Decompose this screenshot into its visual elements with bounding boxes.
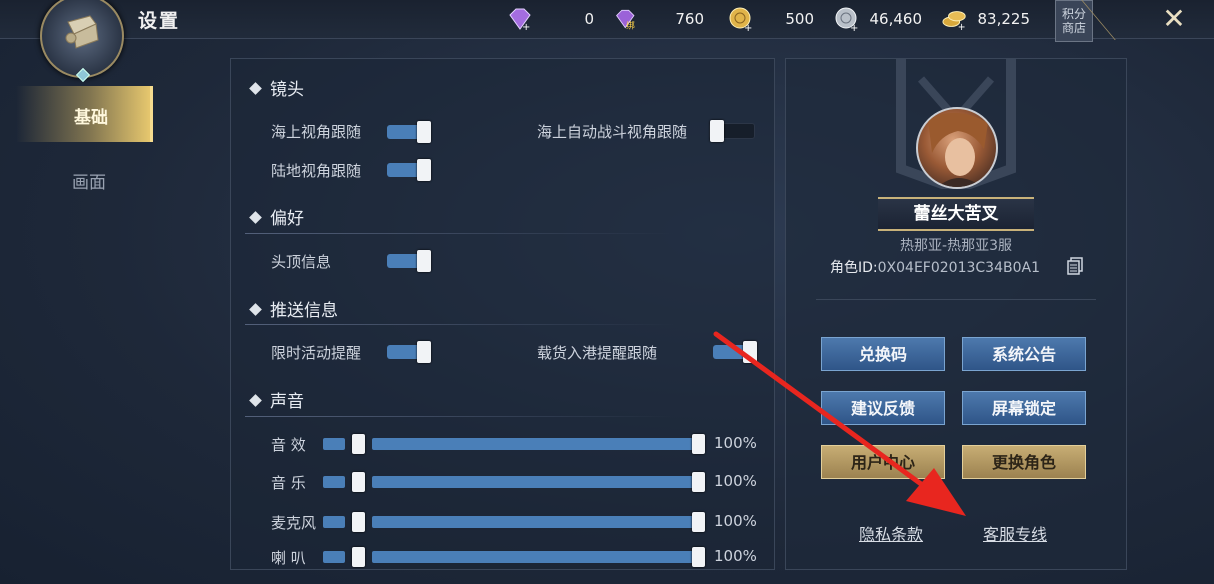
gold-pile-icon: + bbox=[942, 6, 968, 32]
head-info-label: 头顶信息 bbox=[271, 253, 332, 271]
section-push-title: 推送信息 bbox=[249, 296, 338, 321]
tab-graphics[interactable]: 画面 bbox=[72, 168, 106, 193]
sfx-label: 音 效 bbox=[271, 436, 306, 454]
diamond-bullet-icon bbox=[249, 303, 262, 316]
music-slider[interactable] bbox=[372, 476, 694, 488]
land-follow-label: 陆地视角跟随 bbox=[271, 162, 362, 180]
page-title: 设置 bbox=[138, 10, 181, 32]
user-center-button[interactable]: 用户中心 bbox=[821, 445, 945, 479]
role-id: 角色ID:0X04EF02013C34B0A1 bbox=[830, 260, 1040, 276]
customer-service-link[interactable]: 客服专线 bbox=[983, 521, 1047, 545]
speaker-slider[interactable] bbox=[372, 551, 694, 563]
currency-bound-diamond[interactable]: 绑 760 bbox=[614, 6, 704, 32]
limited-event-label: 限时活动提醒 bbox=[271, 344, 362, 362]
section-sound-title: 声音 bbox=[249, 387, 304, 412]
currency-gold[interactable]: + 500 bbox=[728, 6, 814, 32]
cargo-port-toggle[interactable] bbox=[713, 341, 757, 363]
currency-silver[interactable]: + 46,460 bbox=[834, 6, 922, 32]
music-min-handle[interactable] bbox=[352, 472, 365, 492]
speaker-value: 100% bbox=[714, 547, 757, 565]
top-bar bbox=[0, 0, 1214, 39]
svg-text:+: + bbox=[958, 22, 966, 32]
currency-diamond[interactable]: + 0 bbox=[506, 6, 594, 32]
svg-text:+: + bbox=[744, 23, 752, 32]
mic-slider[interactable] bbox=[372, 516, 694, 528]
server-name: 热那亚-热那亚3服 bbox=[900, 238, 1012, 254]
currency-bound-diamond-value: 760 bbox=[675, 10, 704, 28]
mic-value: 100% bbox=[714, 512, 757, 530]
scroll-icon bbox=[65, 15, 99, 49]
currency-gold-pile-value: 83,225 bbox=[977, 10, 1031, 28]
emblem-gem-icon bbox=[75, 67, 91, 83]
settings-emblem bbox=[40, 0, 124, 83]
switch-role-button[interactable]: 更换角色 bbox=[962, 445, 1086, 479]
announcement-button[interactable]: 系统公告 bbox=[962, 337, 1086, 371]
gold-coin-icon: + bbox=[728, 6, 754, 32]
sfx-slider-handle[interactable] bbox=[692, 434, 705, 454]
sea-follow-label: 海上视角跟随 bbox=[271, 123, 362, 141]
sfx-min-handle[interactable] bbox=[352, 434, 365, 454]
sfx-value: 100% bbox=[714, 434, 757, 452]
purple-gem-icon: + bbox=[506, 6, 532, 32]
mic-slider-handle[interactable] bbox=[692, 512, 705, 532]
music-label: 音 乐 bbox=[271, 474, 306, 492]
speaker-row-clip: 喇 叭 100% bbox=[231, 543, 774, 569]
speaker-label: 喇 叭 bbox=[271, 549, 306, 567]
settings-panel: 镜头 海上视角跟随 海上自动战斗视角跟随 陆地视角跟随 偏好 头顶信息 推送信息… bbox=[230, 58, 775, 570]
silver-coin-icon: + bbox=[834, 6, 860, 32]
section-divider bbox=[245, 324, 675, 325]
svg-text:+: + bbox=[850, 23, 858, 32]
sea-follow-toggle[interactable] bbox=[387, 121, 431, 143]
limited-event-toggle[interactable] bbox=[387, 341, 431, 363]
player-name: 蕾丝大苦叉 bbox=[913, 204, 999, 224]
currency-diamond-value: 0 bbox=[584, 10, 594, 28]
currency-silver-value: 46,460 bbox=[869, 10, 923, 28]
section-divider bbox=[245, 233, 675, 234]
svg-text:绑: 绑 bbox=[626, 20, 635, 31]
section-preference-title: 偏好 bbox=[249, 204, 304, 229]
section-camera-title: 镜头 bbox=[249, 75, 304, 100]
section-divider bbox=[245, 416, 675, 417]
mic-min-handle[interactable] bbox=[352, 512, 365, 532]
currency-gold-value: 500 bbox=[785, 10, 814, 28]
speaker-slider-handle[interactable] bbox=[692, 547, 705, 567]
currency-gold-pile[interactable]: + 83,225 bbox=[942, 6, 1030, 32]
sfx-slider[interactable] bbox=[372, 438, 694, 450]
copy-icon[interactable] bbox=[1067, 257, 1083, 275]
music-value: 100% bbox=[714, 472, 757, 490]
auto-battle-follow-toggle[interactable] bbox=[709, 120, 755, 142]
cargo-port-label: 载货入港提醒跟随 bbox=[537, 344, 658, 362]
redeem-code-button[interactable]: 兑换码 bbox=[821, 337, 945, 371]
player-name-plate: 蕾丝大苦叉 bbox=[878, 197, 1034, 231]
auto-battle-follow-label: 海上自动战斗视角跟随 bbox=[537, 123, 688, 141]
bound-gem-icon: 绑 bbox=[614, 6, 640, 32]
profile-panel: 蕾丝大苦叉 热那亚-热那亚3服 角色ID:0X04EF02013C34B0A1 … bbox=[785, 58, 1127, 570]
speaker-min-handle[interactable] bbox=[352, 547, 365, 567]
privacy-policy-link[interactable]: 隐私条款 bbox=[859, 521, 923, 545]
screen-lock-button[interactable]: 屏幕锁定 bbox=[962, 391, 1086, 425]
diamond-bullet-icon bbox=[249, 211, 262, 224]
tab-basic[interactable]: 基础 bbox=[16, 86, 153, 142]
diamond-bullet-icon bbox=[249, 82, 262, 95]
mic-label: 麦克风 bbox=[271, 514, 317, 532]
feedback-button[interactable]: 建议反馈 bbox=[821, 391, 945, 425]
svg-text:+: + bbox=[522, 22, 530, 31]
avatar[interactable] bbox=[916, 107, 998, 189]
music-slider-handle[interactable] bbox=[692, 472, 705, 492]
land-follow-toggle[interactable] bbox=[387, 159, 431, 181]
head-info-toggle[interactable] bbox=[387, 250, 431, 272]
diamond-bullet-icon bbox=[249, 394, 262, 407]
close-icon[interactable]: ✕ bbox=[1158, 4, 1190, 34]
